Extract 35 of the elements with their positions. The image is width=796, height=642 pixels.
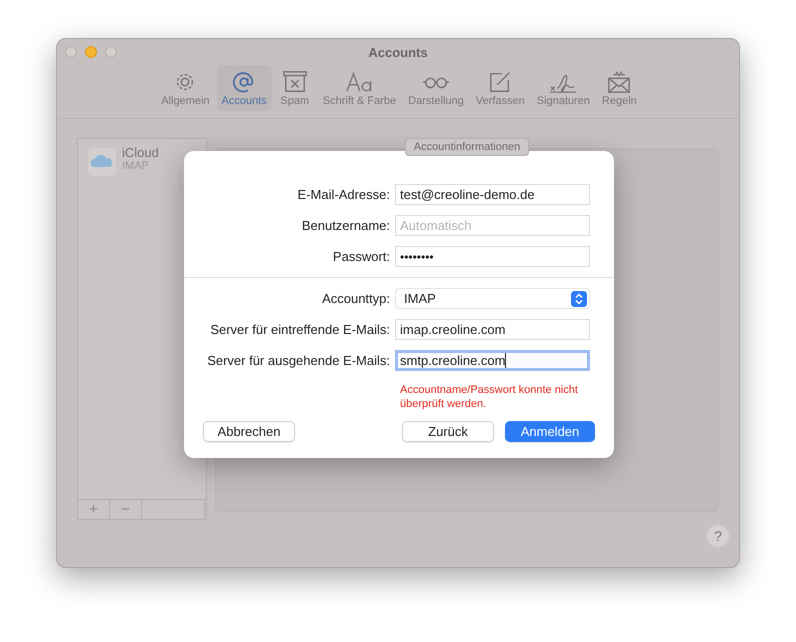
window-title: Accounts: [368, 44, 428, 60]
list-button[interactable]: −: [110, 500, 142, 519]
error-message: Accountname/Passwort konnte nicht überprüft werden.: [400, 383, 579, 411]
sign-in-button[interactable]: Anmelden: [505, 421, 595, 442]
field-label: Server für eintreffende E-Mails:: [209, 322, 391, 337]
input-field[interactable]: test@creoline-demo.de: [395, 184, 590, 205]
toolbar-tab[interactable]: Verfassen: [470, 65, 530, 111]
close-button[interactable]: [65, 46, 77, 58]
cloud-icon: [88, 148, 116, 176]
toolbar-tab[interactable]: Darstellung: [403, 65, 469, 111]
account-type-select[interactable]: IMAP: [395, 288, 590, 309]
field-label: Passwort:: [332, 249, 391, 264]
field-label: Server für ausgehende E-Mails:: [206, 353, 391, 368]
toolbar-tab[interactable]: Accounts: [216, 65, 272, 111]
cancel-button[interactable]: Abbrechen: [203, 421, 295, 442]
toolbar-tab[interactable]: Signaturen: [532, 65, 595, 111]
toolbar-tab[interactable]: Regeln: [596, 65, 642, 111]
toolbar-tab[interactable]: Allgemein: [156, 65, 215, 111]
input-field[interactable]: smtp.creoline.com: [395, 350, 590, 371]
minimize-button[interactable]: [85, 46, 97, 58]
stepper-icon: [571, 290, 587, 306]
back-button[interactable]: Zurück: [402, 421, 494, 442]
field-label: Benutzername:: [300, 218, 391, 233]
input-field[interactable]: ••••••••: [395, 246, 590, 267]
list-button[interactable]: +: [78, 500, 110, 519]
field-label: Accounttyp:: [321, 291, 391, 306]
input-field[interactable]: Automatisch: [395, 215, 590, 236]
zoom-button[interactable]: [105, 46, 117, 58]
toolbar-tab[interactable]: Schrift & Farbe: [318, 65, 402, 111]
tab[interactable]: Accountinformationen: [404, 138, 530, 156]
toolbar-tab[interactable]: Spam: [274, 65, 316, 111]
input-field[interactable]: imap.creoline.com: [395, 319, 590, 340]
help-button[interactable]: ?: [707, 525, 729, 547]
account-name[interactable]: iCloud: [122, 145, 159, 160]
field-label: E-Mail-Adresse:: [296, 187, 391, 202]
